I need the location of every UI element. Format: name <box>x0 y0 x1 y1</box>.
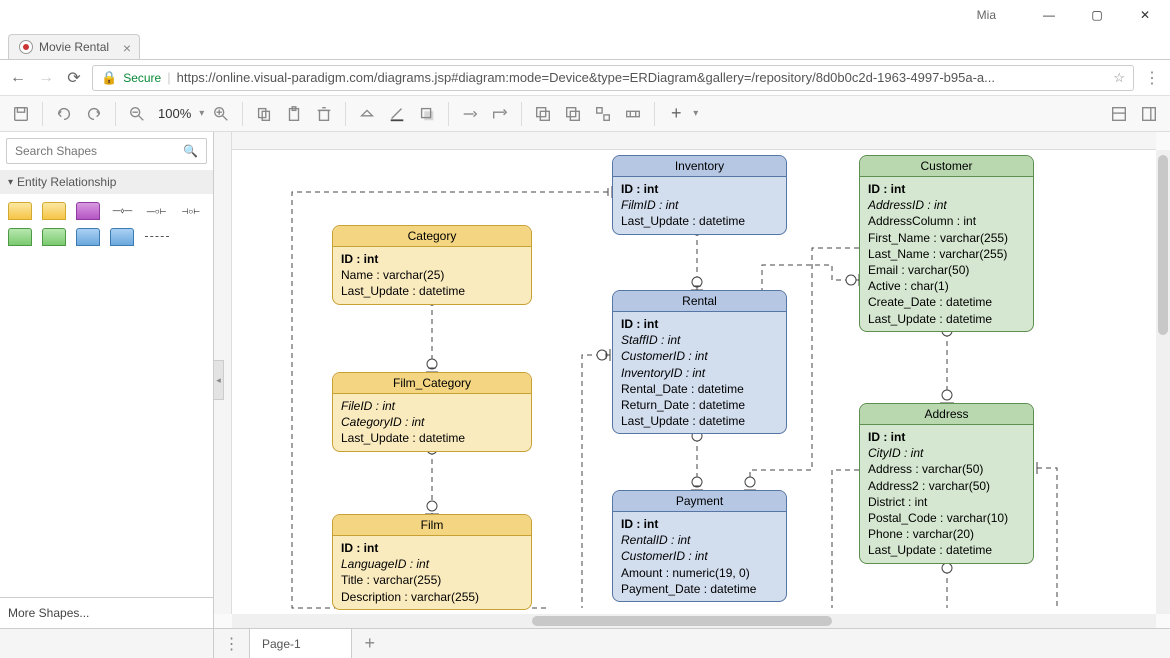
outline-toggle[interactable] <box>1106 101 1132 127</box>
browser-tab[interactable]: Movie Rental × <box>8 34 140 59</box>
entity-film[interactable]: Film ID : intLanguageID : intTitle : var… <box>332 514 532 610</box>
entity-title: Film_Category <box>333 373 531 394</box>
format-panel-toggle[interactable] <box>1136 101 1162 127</box>
entity-body: ID : intRentalID : intCustomerID : intAm… <box>613 512 786 601</box>
entity-body: ID : intName : varchar(25)Last_Update : … <box>333 247 531 304</box>
copy-button[interactable] <box>251 101 277 127</box>
stroke-button[interactable] <box>384 101 410 127</box>
entity-customer[interactable]: Customer ID : intAddressID : intAddressC… <box>859 155 1034 332</box>
canvas-wrap: ◂ <box>214 132 1170 628</box>
entity-title: Address <box>860 404 1033 425</box>
browser-menu-icon[interactable]: ⋮ <box>1142 68 1162 88</box>
relation-line-icon[interactable]: —⬨— <box>110 202 134 220</box>
entity-title: Customer <box>860 156 1033 177</box>
shadow-button[interactable] <box>414 101 440 127</box>
waypoint-button[interactable] <box>487 101 513 127</box>
bookmark-icon[interactable]: ☆ <box>1113 70 1125 86</box>
entity-shape-icon[interactable] <box>110 228 134 246</box>
search-icon: 🔍 <box>183 144 198 158</box>
favicon-icon <box>19 40 33 54</box>
content-area: 🔍 ▾ Entity Relationship —⬨— —○⊢ ⊣○⊢ More… <box>0 132 1170 628</box>
redo-button[interactable] <box>81 101 107 127</box>
window-maximize-button[interactable]: ▢ <box>1082 8 1112 22</box>
window-user: Mia <box>10 8 1016 22</box>
add-page-button[interactable]: + <box>352 629 388 658</box>
add-button[interactable]: + <box>663 101 689 127</box>
page-tab[interactable]: Page-1 <box>250 629 352 658</box>
relation-line-icon[interactable] <box>145 236 169 238</box>
undo-button[interactable] <box>51 101 77 127</box>
window-titlebar: Mia — ▢ ✕ <box>0 0 1170 30</box>
fill-button[interactable] <box>354 101 380 127</box>
reload-button[interactable]: ⟳ <box>64 68 84 88</box>
entity-shape-icon[interactable] <box>76 228 100 246</box>
entity-title: Category <box>333 226 531 247</box>
tab-close-icon[interactable]: × <box>123 40 131 56</box>
entity-rental[interactable]: Rental ID : intStaffID : intCustomerID :… <box>612 290 787 434</box>
entity-payment[interactable]: Payment ID : intRentalID : intCustomerID… <box>612 490 787 602</box>
palette-header[interactable]: ▾ Entity Relationship <box>0 170 213 194</box>
entity-address[interactable]: Address ID : intCityID : intAddress : va… <box>859 403 1034 564</box>
group-button[interactable] <box>590 101 616 127</box>
search-shapes-field[interactable]: 🔍 <box>6 138 207 164</box>
entity-shape-icon[interactable] <box>76 202 100 220</box>
toback-button[interactable] <box>560 101 586 127</box>
palette-grid: —⬨— —○⊢ ⊣○⊢ <box>0 194 213 254</box>
search-input[interactable] <box>15 144 183 158</box>
palette-title: Entity Relationship <box>17 175 116 189</box>
forward-button[interactable]: → <box>36 68 56 88</box>
ruler-horizontal <box>214 132 1156 150</box>
url-text: https://online.visual-paradigm.com/diagr… <box>177 70 1108 85</box>
sidebar: 🔍 ▾ Entity Relationship —⬨— —○⊢ ⊣○⊢ More… <box>0 132 214 628</box>
delete-button[interactable] <box>311 101 337 127</box>
back-button[interactable]: ← <box>8 68 28 88</box>
browser-tabbar: Movie Rental × <box>0 30 1170 60</box>
entity-title: Film <box>333 515 531 536</box>
entity-inventory[interactable]: Inventory ID : intFilmID : intLast_Updat… <box>612 155 787 235</box>
entity-body: ID : intCityID : intAddress : varchar(50… <box>860 425 1033 563</box>
entity-body: ID : intStaffID : intCustomerID : intInv… <box>613 312 786 433</box>
app-toolbar: 100% ▾ + ▾ <box>0 96 1170 132</box>
lock-icon: 🔒 <box>101 70 117 86</box>
connector-style-button[interactable] <box>457 101 483 127</box>
entity-title: Rental <box>613 291 786 312</box>
browser-addressbar: ← → ⟳ 🔒 Secure | https://online.visual-p… <box>0 60 1170 96</box>
window-minimize-button[interactable]: — <box>1034 8 1064 22</box>
entity-body: ID : intAddressID : intAddressColumn : i… <box>860 177 1033 331</box>
vertical-scrollbar[interactable] <box>1156 150 1170 614</box>
entity-title: Inventory <box>613 156 786 177</box>
url-field[interactable]: 🔒 Secure | https://online.visual-paradig… <box>92 65 1134 91</box>
tofront-button[interactable] <box>530 101 556 127</box>
entity-film-category[interactable]: Film_Category FileID : intCategoryID : i… <box>332 372 532 452</box>
zoom-in-button[interactable] <box>208 101 234 127</box>
entity-body: ID : intLanguageID : intTitle : varchar(… <box>333 536 531 609</box>
tab-title: Movie Rental <box>39 40 109 54</box>
paste-button[interactable] <box>281 101 307 127</box>
secure-label: Secure <box>123 71 161 85</box>
zoom-out-button[interactable] <box>124 101 150 127</box>
entity-shape-icon[interactable] <box>8 202 32 220</box>
entity-category[interactable]: Category ID : intName : varchar(25)Last_… <box>332 225 532 305</box>
entity-shape-icon[interactable] <box>42 202 66 220</box>
save-button[interactable] <box>8 101 34 127</box>
page-menu-button[interactable]: ⋮ <box>214 629 250 658</box>
horizontal-scrollbar[interactable] <box>232 614 1156 628</box>
more-shapes-button[interactable]: More Shapes... <box>0 597 213 628</box>
diagram-canvas[interactable]: Inventory ID : intFilmID : intLast_Updat… <box>232 150 1156 614</box>
page-tabs: ⋮ Page-1 + <box>0 628 1170 658</box>
window-close-button[interactable]: ✕ <box>1130 8 1160 22</box>
entity-title: Payment <box>613 491 786 512</box>
sidebar-collapse-handle[interactable]: ◂ <box>214 360 224 400</box>
entity-shape-icon[interactable] <box>42 228 66 246</box>
relation-line-icon[interactable]: —○⊢ <box>145 202 169 220</box>
entity-body: ID : intFilmID : intLast_Update : dateti… <box>613 177 786 234</box>
zoom-level[interactable]: 100% <box>154 106 195 121</box>
relation-line-icon[interactable]: ⊣○⊢ <box>179 202 203 220</box>
entity-body: FileID : intCategoryID : intLast_Update … <box>333 394 531 451</box>
ungroup-button[interactable] <box>620 101 646 127</box>
entity-shape-icon[interactable] <box>8 228 32 246</box>
